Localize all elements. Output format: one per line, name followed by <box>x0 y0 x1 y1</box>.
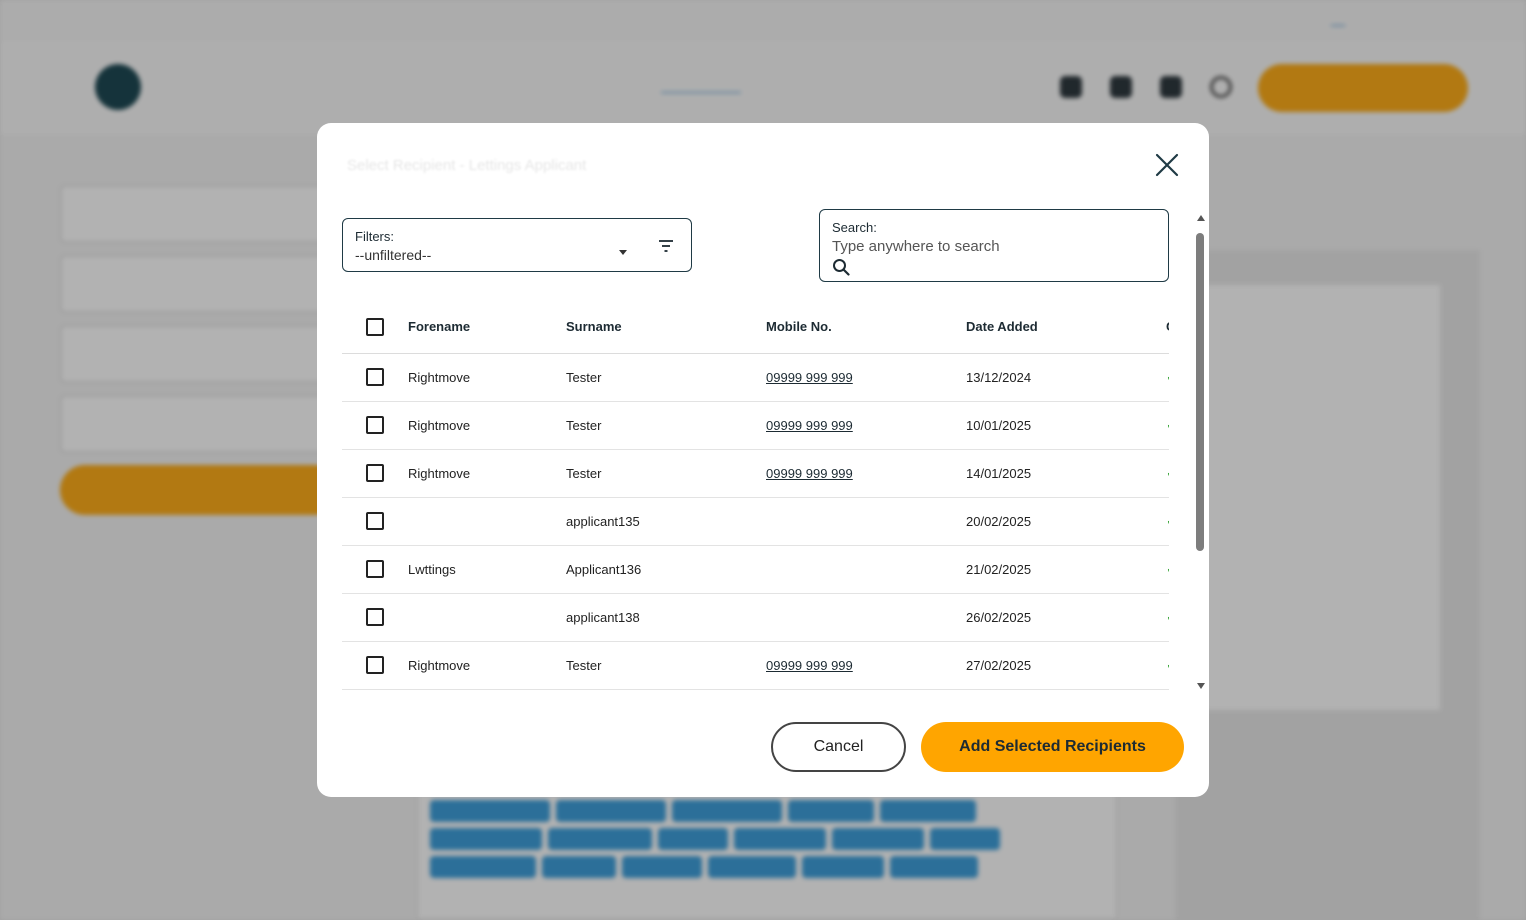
mobile-cell: 09999 999 999 <box>766 401 966 450</box>
mobile-cell: 09999 999 999 <box>766 641 966 690</box>
date-added-cell: 21/02/2025 <box>966 545 1166 594</box>
check-icon: ✓ <box>1166 369 1169 384</box>
table-row[interactable]: Rightmove Tester 09999 999 999 27/02/202… <box>342 641 1169 690</box>
recipients-table-container: Forename Surname Mobile No. Date Added C… <box>342 301 1169 691</box>
search-input[interactable] <box>832 238 1152 255</box>
row-select-cell <box>342 497 408 546</box>
mobile-link[interactable]: 09999 999 999 <box>766 466 853 481</box>
forename-cell: Rightmove <box>408 449 566 498</box>
row-checkbox[interactable] <box>366 464 384 482</box>
header-date-added[interactable]: Date Added <box>966 301 1166 354</box>
search-icon <box>833 259 850 276</box>
check-icon: ✓ <box>1166 657 1169 672</box>
date-added-cell: 13/12/2024 <box>966 353 1166 402</box>
header-surname[interactable]: Surname <box>566 301 766 354</box>
add-selected-recipients-button[interactable]: Add Selected Recipients <box>921 722 1184 772</box>
filters-dropdown[interactable]: Filters: --unfiltered-- <box>342 218 692 272</box>
select-all-checkbox[interactable] <box>366 317 384 336</box>
row-select-cell <box>342 401 408 450</box>
dialog-title: Select Recipient - Lettings Applicant <box>347 157 587 174</box>
header-status: C <box>1166 301 1169 354</box>
check-icon: ✓ <box>1166 561 1169 576</box>
mobile-cell <box>766 497 966 546</box>
cancel-button[interactable]: Cancel <box>771 722 906 772</box>
row-checkbox[interactable] <box>366 656 384 674</box>
scroll-down-arrow-icon[interactable] <box>1197 683 1205 689</box>
table-header-row: Forename Surname Mobile No. Date Added C <box>342 301 1169 354</box>
search-field[interactable]: Search: <box>819 209 1169 282</box>
date-added-cell: 10/01/2025 <box>966 401 1166 450</box>
status-cell: ✓ <box>1166 593 1169 642</box>
surname-cell: applicant138 <box>566 593 766 642</box>
status-cell: ✓ <box>1166 641 1169 690</box>
status-cell: ✓ <box>1166 545 1169 594</box>
surname-cell: Tester <box>566 641 766 690</box>
select-recipient-dialog: Select Recipient - Lettings Applicant Fi… <box>317 123 1209 797</box>
forename-cell: Lwttings <box>408 545 566 594</box>
status-cell: ✓ <box>1166 353 1169 402</box>
mobile-link[interactable]: 09999 999 999 <box>766 418 853 433</box>
surname-cell: Tester <box>566 401 766 450</box>
row-select-cell <box>342 641 408 690</box>
close-button[interactable] <box>1153 151 1181 179</box>
table-row[interactable]: applicant138 26/02/2025 ✓ <box>342 593 1169 642</box>
mobile-cell <box>766 593 966 642</box>
mobile-cell: 09999 999 999 <box>766 449 966 498</box>
status-cell: ✓ <box>1166 449 1169 498</box>
row-checkbox[interactable] <box>366 560 384 578</box>
surname-cell: Tester <box>566 449 766 498</box>
table-row[interactable]: Rightmove Tester 09999 999 999 10/01/202… <box>342 401 1169 450</box>
check-icon: ✓ <box>1166 609 1169 624</box>
scroll-up-arrow-icon[interactable] <box>1197 215 1205 221</box>
filters-value: --unfiltered-- <box>355 247 432 263</box>
filter-icon[interactable] <box>658 239 674 253</box>
caret-down-icon <box>619 250 627 255</box>
row-checkbox[interactable] <box>366 608 384 626</box>
table-row[interactable]: applicant135 20/02/2025 ✓ <box>342 497 1169 546</box>
close-icon <box>1155 153 1179 177</box>
header-mobile[interactable]: Mobile No. <box>766 301 966 354</box>
date-added-cell: 27/02/2025 <box>966 641 1166 690</box>
forename-cell: Rightmove <box>408 353 566 402</box>
row-select-cell <box>342 449 408 498</box>
table-row[interactable]: Lwttings Applicant136 21/02/2025 ✓ <box>342 545 1169 594</box>
table-row[interactable]: Rightmove Tester 09999 999 999 13/12/202… <box>342 353 1169 402</box>
mobile-link[interactable]: 09999 999 999 <box>766 658 853 673</box>
forename-cell <box>408 593 566 642</box>
surname-cell: Tester <box>566 353 766 402</box>
scrollbar-thumb[interactable] <box>1196 233 1204 551</box>
check-icon: ✓ <box>1166 417 1169 432</box>
date-added-cell: 26/02/2025 <box>966 593 1166 642</box>
mobile-link[interactable]: 09999 999 999 <box>766 370 853 385</box>
status-cell: ✓ <box>1166 401 1169 450</box>
date-added-cell: 14/01/2025 <box>966 449 1166 498</box>
search-label: Search: <box>832 220 877 235</box>
row-checkbox[interactable] <box>366 416 384 434</box>
vertical-scrollbar[interactable] <box>1195 215 1207 693</box>
mobile-cell <box>766 545 966 594</box>
row-checkbox[interactable] <box>366 368 384 386</box>
filters-label: Filters: <box>355 229 394 244</box>
date-added-cell: 20/02/2025 <box>966 497 1166 546</box>
row-checkbox[interactable] <box>366 512 384 530</box>
recipients-table: Forename Surname Mobile No. Date Added C… <box>342 301 1169 690</box>
row-select-cell <box>342 353 408 402</box>
forename-cell <box>408 497 566 546</box>
forename-cell: Rightmove <box>408 401 566 450</box>
select-all-cell <box>342 301 408 354</box>
mobile-cell: 09999 999 999 <box>766 353 966 402</box>
row-select-cell <box>342 545 408 594</box>
header-forename[interactable]: Forename <box>408 301 566 354</box>
surname-cell: applicant135 <box>566 497 766 546</box>
row-select-cell <box>342 593 408 642</box>
check-icon: ✓ <box>1166 465 1169 480</box>
surname-cell: Applicant136 <box>566 545 766 594</box>
table-row[interactable]: Rightmove Tester 09999 999 999 14/01/202… <box>342 449 1169 498</box>
check-icon: ✓ <box>1166 513 1169 528</box>
status-cell: ✓ <box>1166 497 1169 546</box>
forename-cell: Rightmove <box>408 641 566 690</box>
